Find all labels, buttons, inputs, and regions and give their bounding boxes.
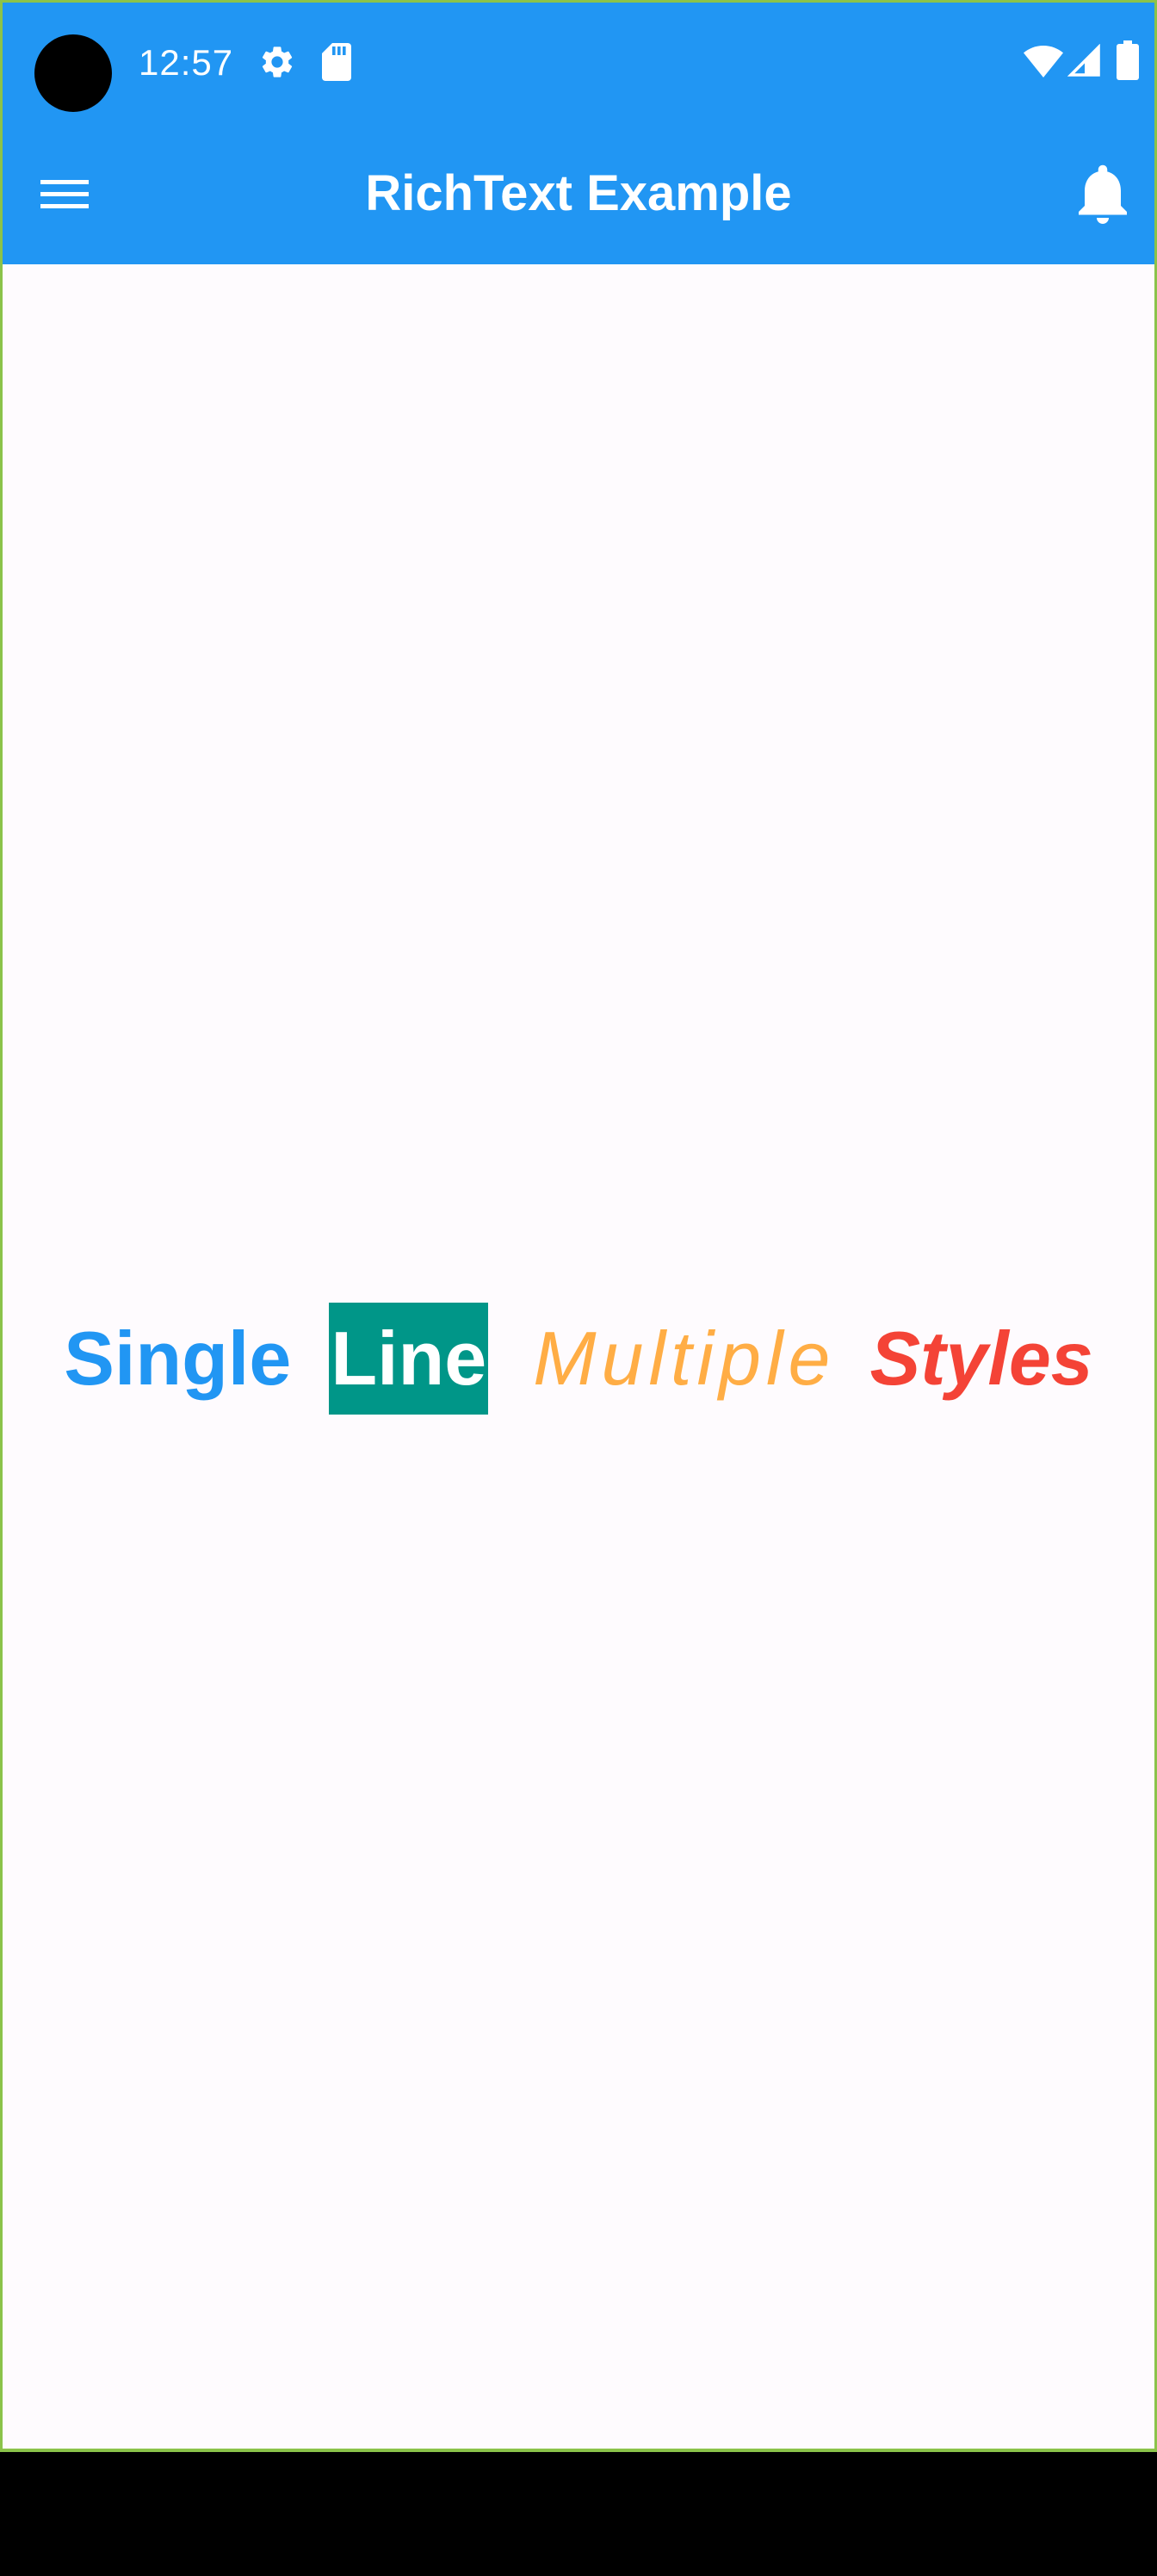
status-clock: 12:57 [139,42,234,83]
battery-icon [1117,40,1139,80]
cellular-signal-icon [1067,44,1100,77]
app-bar: RichText Example [3,123,1154,264]
rich-text-line: Single Line Multiple Styles [3,1303,1154,1415]
status-bar: 12:57 [3,3,1154,123]
camera-cutout [34,34,112,112]
page-title: RichText Example [365,165,792,221]
notifications-bell-icon [1079,164,1127,224]
notifications-button[interactable] [1067,158,1139,230]
rich-text-span-single: Single [64,1316,292,1401]
system-navigation-bar [0,2452,1157,2576]
rich-text-span-multiple: Multiple [533,1316,836,1401]
wifi-icon [1024,46,1063,77]
sd-card-icon [322,43,351,81]
rich-text-span-styles: Styles [869,1316,1093,1401]
settings-icon [262,46,293,77]
rich-text-span-line: Line [329,1303,489,1415]
app-screen: 12:57 RichText Example Single Line Multi… [0,0,1157,2452]
